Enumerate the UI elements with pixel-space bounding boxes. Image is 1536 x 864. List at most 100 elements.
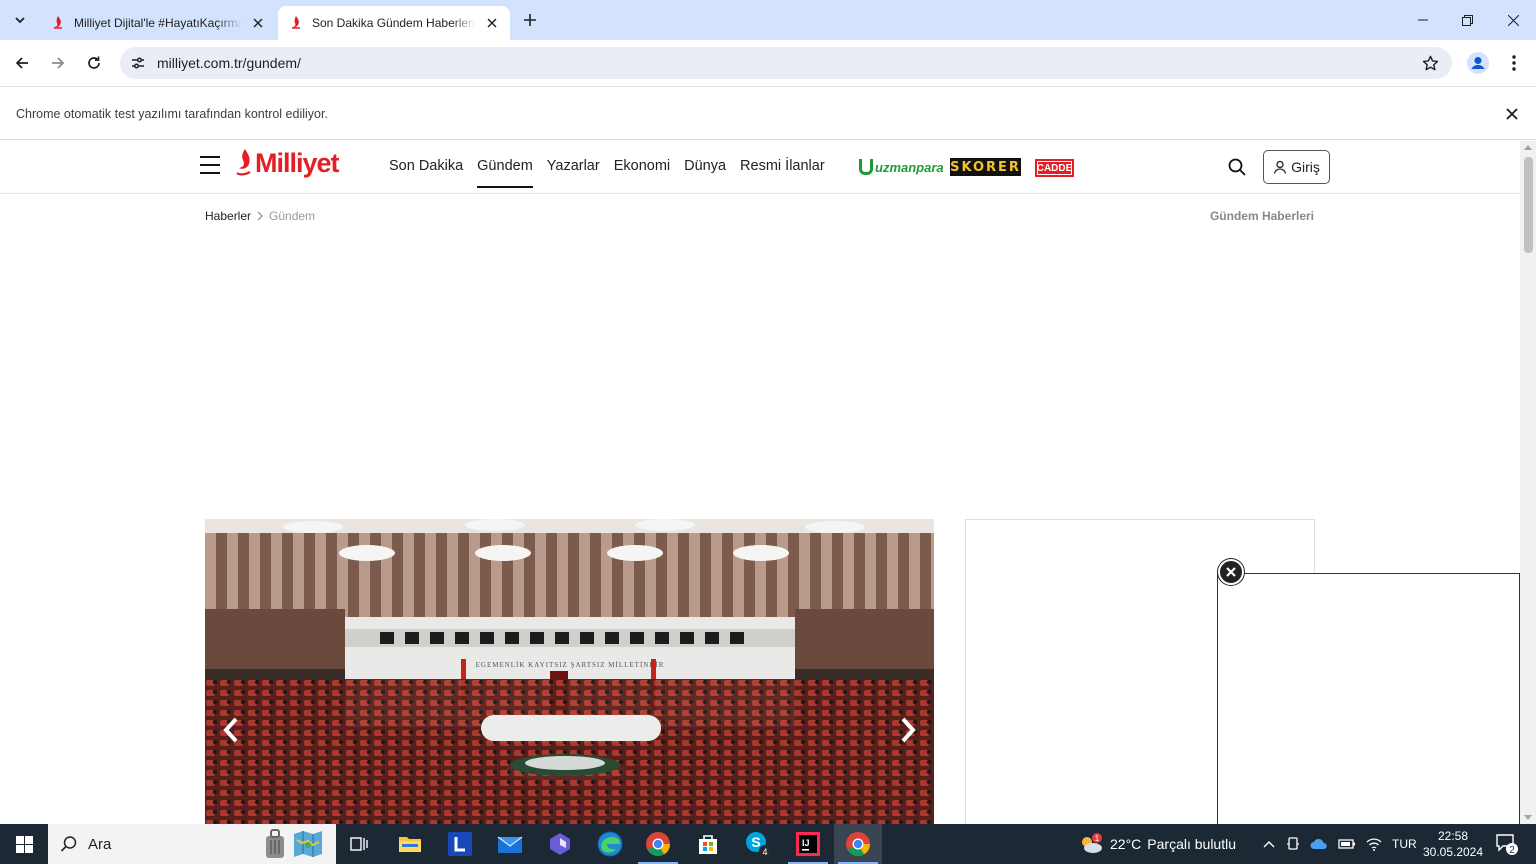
scroll-up-icon[interactable] xyxy=(1524,145,1532,150)
notification-center-button[interactable]: 2 xyxy=(1494,832,1520,856)
tab-close-icon[interactable] xyxy=(482,13,502,33)
back-button[interactable] xyxy=(8,49,36,77)
system-tray: TUR xyxy=(1262,824,1417,864)
taskbar-mail[interactable] xyxy=(486,824,534,864)
chrome-menu-button[interactable] xyxy=(1500,49,1528,77)
tab-title: Milliyet Dijital'le #HayatıKaçırma xyxy=(74,16,242,30)
site-header: Milliyet Son Dakika Gündem Yazarlar Ekon… xyxy=(0,141,1520,194)
slider-next-button[interactable] xyxy=(895,715,921,745)
taskbar-skype[interactable]: S4 xyxy=(734,824,782,864)
hexagon-app-icon xyxy=(550,833,570,855)
browser-toolbar: milliyet.com.tr/gundem/ xyxy=(0,40,1536,86)
restore-button[interactable] xyxy=(1444,0,1490,40)
scroll-down-icon[interactable] xyxy=(1524,815,1532,820)
forward-button[interactable] xyxy=(44,49,72,77)
taskbar-file-explorer[interactable] xyxy=(386,824,434,864)
weather-badge: 1 xyxy=(1095,834,1100,843)
tab-close-icon[interactable] xyxy=(248,13,268,33)
search-highlight-images[interactable] xyxy=(262,828,324,860)
search-icon xyxy=(60,836,77,852)
site-info-icon[interactable] xyxy=(128,53,148,73)
floating-ad-close-button[interactable] xyxy=(1218,559,1244,585)
taskbar-search[interactable]: Ara xyxy=(48,824,336,864)
address-bar[interactable]: milliyet.com.tr/gundem/ xyxy=(120,47,1452,79)
chevron-right-icon xyxy=(257,211,263,221)
bookmark-star-icon[interactable] xyxy=(1420,53,1440,73)
milliyet-flame-icon xyxy=(236,149,251,176)
language-indicator[interactable]: TUR xyxy=(1392,837,1417,851)
taskbar-app-l[interactable] xyxy=(436,824,484,864)
user-icon xyxy=(1273,160,1287,174)
nav-dunya[interactable]: Dünya xyxy=(684,141,726,194)
minimize-button[interactable] xyxy=(1400,0,1446,40)
reload-button[interactable] xyxy=(80,49,108,77)
page-scrollbar[interactable] xyxy=(1520,141,1536,824)
skype-badge: 4 xyxy=(762,847,767,857)
close-window-button[interactable] xyxy=(1490,0,1536,40)
onedrive-cloud-icon[interactable] xyxy=(1310,838,1328,850)
l-app-icon xyxy=(448,832,472,856)
system-clock[interactable]: 22:58 30.05.2024 xyxy=(1420,828,1486,860)
nav-resmi-ilanlar[interactable]: Resmi İlanlar xyxy=(740,141,825,194)
tab-search-button[interactable] xyxy=(8,8,32,32)
luggage-icon xyxy=(266,829,284,858)
taskbar-intellij[interactable]: IJ xyxy=(784,824,832,864)
wifi-icon[interactable] xyxy=(1366,837,1382,851)
nav-ekonomi[interactable]: Ekonomi xyxy=(614,141,670,194)
infobar-message: Chrome otomatik test yazılımı tarafından… xyxy=(16,107,328,121)
main-nav: Son Dakika Gündem Yazarlar Ekonomi Dünya… xyxy=(389,141,839,194)
profile-avatar-icon xyxy=(1467,52,1489,74)
close-icon xyxy=(1226,567,1236,577)
weather-desc: Parçalı bulutlu xyxy=(1147,836,1236,852)
nav-gundem[interactable]: Gündem xyxy=(477,141,533,194)
milliyet-logo[interactable]: Milliyet xyxy=(234,147,340,179)
scrollbar-thumb[interactable] xyxy=(1524,157,1533,253)
battery-icon[interactable] xyxy=(1338,838,1356,850)
start-button[interactable] xyxy=(0,824,48,864)
nav-yazarlar[interactable]: Yazarlar xyxy=(547,141,600,194)
login-label: Giriş xyxy=(1291,159,1320,175)
uzmanpara-link[interactable]: uzmanpara xyxy=(859,157,944,177)
browser-tab-active[interactable]: Son Dakika Gündem Haberleri - Mi xyxy=(278,6,510,40)
folder-icon xyxy=(399,837,421,852)
url-text[interactable]: milliyet.com.tr/gundem/ xyxy=(157,55,301,71)
minimize-icon xyxy=(1418,19,1428,21)
infobar-close-icon[interactable] xyxy=(1502,104,1522,124)
browser-tab[interactable]: Milliyet Dijital'le #HayatıKaçırma xyxy=(40,6,276,40)
slider-sign-text: EGEMENLİK KAYITSIZ ŞARTSIZ MİLLETİNDİR xyxy=(476,661,665,669)
login-button[interactable]: Giriş xyxy=(1263,150,1330,184)
task-view-icon xyxy=(350,837,368,851)
chevron-up-icon[interactable] xyxy=(1262,839,1276,849)
svg-text:S: S xyxy=(751,834,760,850)
chrome-icon xyxy=(846,832,870,857)
taskbar-chrome[interactable] xyxy=(634,824,682,864)
nav-son-dakika[interactable]: Son Dakika xyxy=(389,141,463,194)
profile-button[interactable] xyxy=(1464,49,1492,77)
arrow-right-icon xyxy=(52,57,65,69)
clock-time: 22:58 xyxy=(1437,829,1469,843)
news-slider[interactable]: EGEMENLİK KAYITSIZ ŞARTSIZ MİLLETİNDİR xyxy=(205,519,934,824)
taskbar-store[interactable] xyxy=(684,824,732,864)
device-icon[interactable] xyxy=(1286,836,1300,852)
floating-ad-frame[interactable] xyxy=(1217,573,1520,824)
hamburger-menu-icon[interactable] xyxy=(200,156,220,174)
search-button[interactable] xyxy=(1227,157,1247,177)
taskbar-app-hex[interactable] xyxy=(536,824,584,864)
reload-icon xyxy=(88,56,100,69)
new-tab-button[interactable] xyxy=(518,8,542,32)
automation-infobar: Chrome otomatik test yazılımı tarafından… xyxy=(0,86,1536,140)
taskbar-edge[interactable] xyxy=(586,824,634,864)
taskbar-chrome-active[interactable] xyxy=(834,824,882,864)
breadcrumb-home[interactable]: Haberler xyxy=(205,209,251,223)
cadde-link[interactable]: CADDE xyxy=(1035,159,1074,177)
chevron-left-icon xyxy=(223,717,238,743)
taskbar-search-placeholder: Ara xyxy=(88,835,112,853)
task-view-button[interactable] xyxy=(336,824,384,864)
skorer-link[interactable]: SKORER xyxy=(950,158,1021,176)
arrow-left-icon xyxy=(15,57,28,69)
slider-prev-button[interactable] xyxy=(218,715,244,745)
edge-browser-icon xyxy=(597,831,623,857)
search-icon xyxy=(1228,158,1246,176)
weather-widget[interactable]: 1 22°C Parçalı bulutlu xyxy=(1078,824,1236,864)
more-vert-icon xyxy=(1512,55,1516,71)
